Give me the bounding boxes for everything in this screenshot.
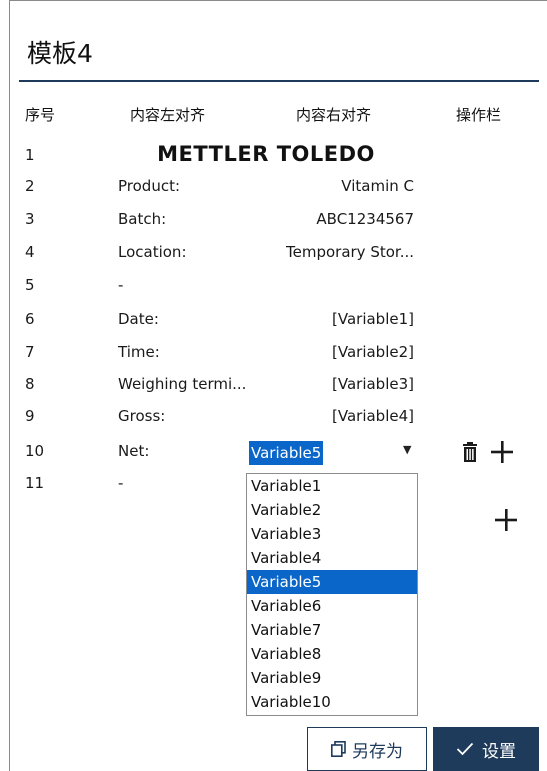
dropdown-option[interactable]: Variable1 <box>247 474 417 498</box>
variable-select-value: Variable5 <box>249 441 324 465</box>
row-right-content: [Variable1] <box>332 310 414 328</box>
save-as-label: 另存为 <box>352 741 403 762</box>
row-left-content: - <box>118 276 124 294</box>
row-right-content: [Variable4] <box>332 407 414 425</box>
variable-dropdown-list[interactable]: Variable1 Variable2 Variable3 Variable4 … <box>246 473 418 716</box>
set-button[interactable]: 设置 <box>433 727 539 771</box>
dropdown-option[interactable]: Variable3 <box>247 522 417 546</box>
row-left-content: Net: <box>118 442 150 460</box>
copy-icon <box>331 741 346 757</box>
row-right-content: Vitamin C <box>341 177 414 195</box>
row-left-content: Date: <box>118 310 159 328</box>
dropdown-option[interactable]: Variable4 <box>247 546 417 570</box>
mettler-toledo-logo: METTLER TOLEDO <box>148 139 384 168</box>
variable-select[interactable]: Variable5 ▼ <box>248 440 418 466</box>
row-left-content: - <box>118 474 124 492</box>
row-left-content: Weighing termi... <box>118 375 247 393</box>
dropdown-option-selected[interactable]: Variable5 <box>247 570 417 594</box>
row-seq: 3 <box>25 210 35 228</box>
plus-icon[interactable] <box>490 440 518 466</box>
row-seq: 4 <box>25 243 35 261</box>
row-seq: 8 <box>25 375 35 393</box>
row-right-content: ABC1234567 <box>316 210 414 228</box>
dropdown-option[interactable]: Variable7 <box>247 618 417 642</box>
row-seq: 10 <box>25 442 45 460</box>
dropdown-option[interactable]: Variable8 <box>247 642 417 666</box>
trash-icon[interactable] <box>462 442 478 462</box>
check-icon <box>456 742 474 756</box>
table-row[interactable]: 6 Date: [Variable1] <box>0 309 547 339</box>
row-seq: 6 <box>25 310 35 328</box>
row-left-content: Batch: <box>118 210 167 228</box>
row-seq: 2 <box>25 177 35 195</box>
table-row[interactable]: 4 Location: Temporary Stor... <box>0 242 547 272</box>
table-row[interactable]: 8 Weighing termi... [Variable3] <box>0 374 547 404</box>
caret-down-icon[interactable]: ▼ <box>403 443 411 456</box>
column-header-left-align: 内容左对齐 <box>130 106 206 124</box>
row-seq: 1 <box>25 146 35 164</box>
dropdown-option[interactable]: Variable2 <box>247 498 417 522</box>
save-as-button[interactable]: 另存为 <box>307 727 427 771</box>
row-seq: 5 <box>25 276 35 294</box>
table-row[interactable]: 2 Product: Vitamin C <box>0 176 547 206</box>
row-seq: 11 <box>25 474 45 492</box>
row-left-content: Gross: <box>118 407 166 425</box>
dropdown-option[interactable]: Variable6 <box>247 594 417 618</box>
plus-icon[interactable] <box>494 508 522 534</box>
title-divider <box>19 80 539 82</box>
table-row[interactable]: 5 - <box>0 275 547 305</box>
row-seq: 9 <box>25 407 35 425</box>
row-left-content: Time: <box>118 343 160 361</box>
set-label: 设置 <box>482 741 516 762</box>
table-row[interactable]: 3 Batch: ABC1234567 <box>0 209 547 239</box>
column-header-right-align: 内容右对齐 <box>296 106 372 124</box>
row-left-content: Location: <box>118 243 187 261</box>
row-left-content: Product: <box>118 177 181 195</box>
dropdown-option[interactable]: Variable10 <box>247 690 417 714</box>
column-header-seq: 序号 <box>25 106 56 124</box>
table-row[interactable]: 7 Time: [Variable2] <box>0 342 547 372</box>
dropdown-option[interactable]: Variable9 <box>247 666 417 690</box>
row-right-content: Temporary Stor... <box>286 243 414 261</box>
column-header-actions: 操作栏 <box>456 106 502 124</box>
table-row[interactable]: 9 Gross: [Variable4] <box>0 406 547 436</box>
row-right-content: [Variable2] <box>332 343 414 361</box>
row-seq: 7 <box>25 343 35 361</box>
page-title: 模板4 <box>27 39 93 68</box>
row-right-content: [Variable3] <box>332 375 414 393</box>
